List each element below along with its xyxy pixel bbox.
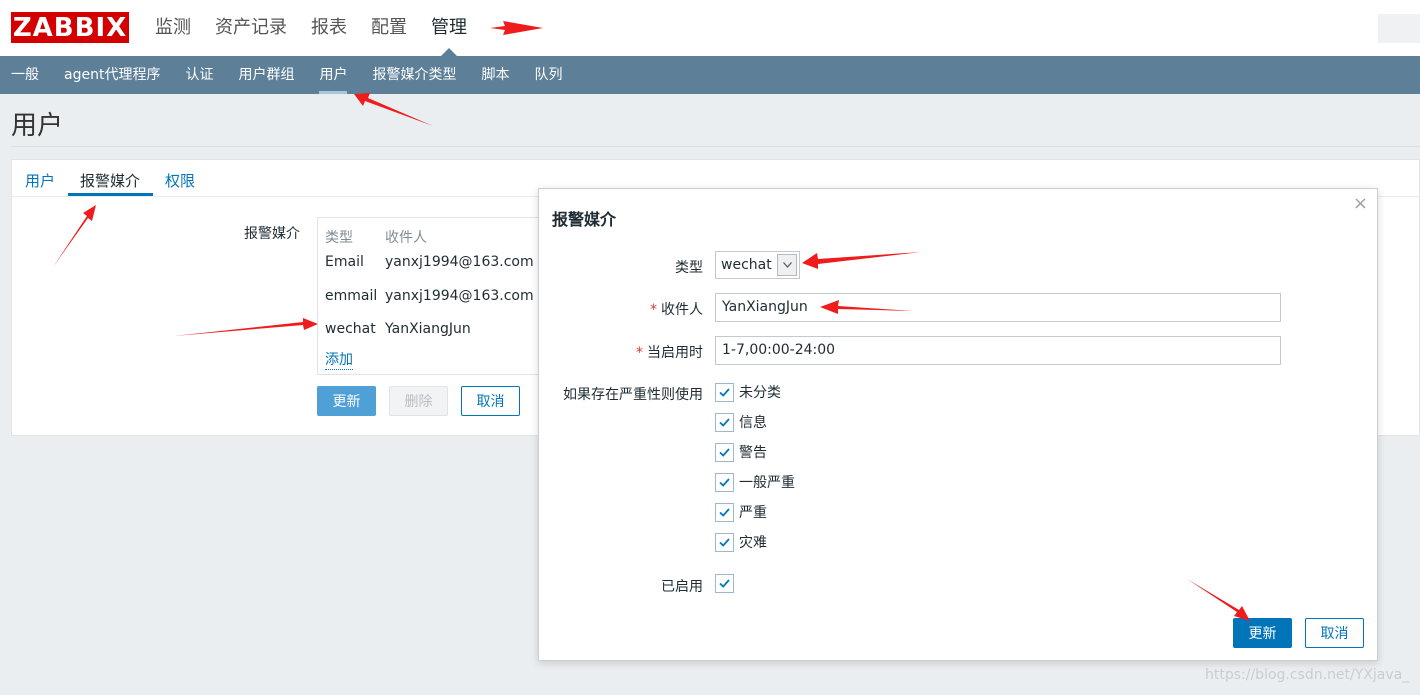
enabled-checkbox[interactable]: [715, 574, 734, 593]
severity-information[interactable]: 信息: [715, 412, 767, 432]
severity-option-label: 严重: [739, 505, 767, 521]
menu-monitoring[interactable]: 监测: [155, 0, 191, 56]
dialog-title: 报警媒介: [552, 210, 617, 229]
checkbox[interactable]: [715, 502, 734, 522]
media-row-recipient: YanXiangJun: [385, 321, 471, 337]
submenu-queue[interactable]: 队列: [534, 56, 562, 94]
severity-average[interactable]: 一般严重: [715, 472, 795, 492]
column-header-recipient: 收件人: [385, 230, 427, 246]
column-header-type: 类型: [325, 230, 353, 246]
enabled-checkbox-row[interactable]: [715, 574, 739, 593]
required-mark: *: [650, 302, 657, 318]
add-media-link[interactable]: 添加: [325, 349, 353, 370]
delete-button[interactable]: 删除: [389, 386, 448, 416]
arrow-annotation: [354, 93, 433, 126]
watermark-text: https://blog.csdn.net/YXjava_: [1205, 667, 1410, 683]
submenu-user-groups[interactable]: 用户群组: [238, 56, 294, 94]
menu-administration[interactable]: 管理: [431, 0, 467, 56]
severity-option-label: 警告: [739, 445, 767, 461]
submenu-authentication[interactable]: 认证: [185, 56, 213, 94]
checkbox[interactable]: [715, 472, 734, 492]
tab-media[interactable]: 报警媒介: [80, 170, 140, 191]
required-mark: *: [636, 345, 643, 361]
main-menu: 监测 资产记录 报表 配置 管理: [155, 0, 491, 56]
title-divider: [11, 146, 1420, 147]
when-active-input[interactable]: 1-7,00:00-24:00: [715, 336, 1281, 365]
type-select-value: wechat: [721, 257, 772, 273]
menu-inventory[interactable]: 资产记录: [215, 0, 287, 56]
checkbox[interactable]: [715, 532, 734, 552]
close-icon[interactable]: ×: [1353, 193, 1368, 214]
checkbox[interactable]: [715, 442, 734, 462]
tab-user[interactable]: 用户: [25, 170, 55, 191]
recipient-label: * 收件人: [539, 299, 703, 319]
submenu-scripts[interactable]: 脚本: [481, 56, 509, 94]
severity-disaster[interactable]: 灾难: [715, 532, 767, 552]
dialog-update-button[interactable]: 更新: [1233, 618, 1292, 648]
enabled-label: 已启用: [661, 579, 703, 595]
sub-menu: 一般 agent代理程序 认证 用户群组 用户 报警媒介类型 脚本 队列: [0, 56, 1420, 94]
severity-option-label: 信息: [739, 415, 767, 431]
submenu-media-types[interactable]: 报警媒介类型: [372, 56, 456, 94]
submenu-general[interactable]: 一般: [11, 56, 39, 94]
media-dialog: 报警媒介 × 类型 wechat * 收件人 YanXiangJun * 当启用时 …: [538, 188, 1378, 661]
submenu-proxies[interactable]: agent代理程序: [64, 56, 160, 94]
severity-warning[interactable]: 警告: [715, 442, 767, 462]
media-row-type: Email: [325, 254, 364, 270]
cancel-button[interactable]: 取消: [461, 386, 520, 416]
update-button[interactable]: 更新: [317, 386, 376, 416]
active-tab-indicator: [68, 193, 153, 196]
type-select[interactable]: wechat: [715, 251, 800, 279]
top-bar: ZABBIX 监测 资产记录 报表 配置 管理: [0, 0, 1420, 56]
media-row-recipient: yanxj1994@163.com: [385, 254, 534, 270]
search-box[interactable]: [1378, 14, 1420, 43]
media-row-type: wechat: [325, 321, 376, 337]
tab-permissions[interactable]: 权限: [165, 170, 195, 191]
zabbix-logo[interactable]: ZABBIX: [11, 12, 129, 43]
menu-reports[interactable]: 报表: [311, 0, 347, 56]
severity-high[interactable]: 严重: [715, 502, 767, 522]
dialog-cancel-button[interactable]: 取消: [1305, 618, 1364, 648]
checkbox[interactable]: [715, 412, 734, 432]
severity-option-label: 一般严重: [739, 475, 795, 491]
recipient-input[interactable]: YanXiangJun: [715, 293, 1281, 322]
page-title: 用户: [11, 111, 64, 141]
type-label: 类型: [675, 260, 703, 276]
media-field-label: 报警媒介: [244, 226, 300, 242]
media-row-recipient: yanxj1994@163.com: [385, 288, 534, 304]
submenu-users[interactable]: 用户: [319, 56, 348, 94]
recipient-label-text: 收件人: [661, 302, 703, 318]
severity-label: 如果存在严重性则使用: [563, 387, 703, 403]
chevron-down-icon: [777, 254, 797, 276]
checkbox[interactable]: [715, 382, 734, 402]
when-active-label-text: 当启用时: [647, 345, 703, 361]
severity-option-label: 未分类: [739, 385, 781, 401]
severity-not-classified[interactable]: 未分类: [715, 382, 781, 402]
media-row-type: emmail: [325, 288, 378, 304]
when-active-label: * 当启用时: [539, 342, 703, 362]
severity-option-label: 灾难: [739, 535, 767, 551]
menu-configuration[interactable]: 配置: [371, 0, 407, 56]
